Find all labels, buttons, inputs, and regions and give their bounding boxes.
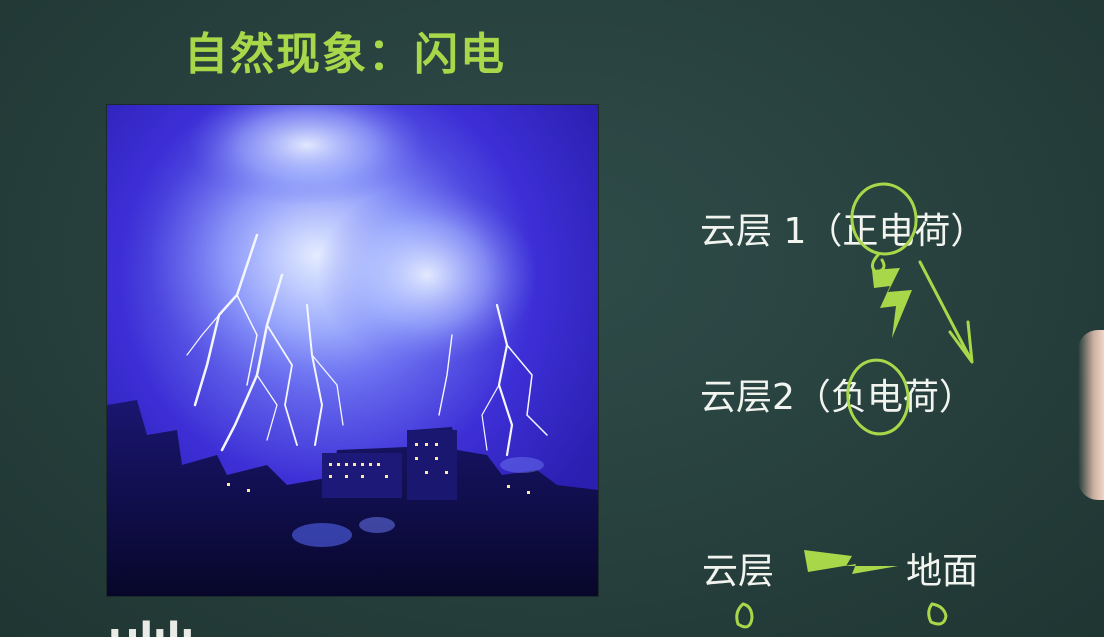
ground-label: 地面 (906, 551, 979, 592)
curl-mark (871, 253, 886, 274)
board-writing-fragment: ɩılılı (108, 618, 238, 637)
small-circle-left (735, 602, 754, 629)
cloud-layer-2-label: 云层2（负电荷） (700, 377, 975, 418)
arrow-down-icon (918, 260, 972, 360)
arrow-head (948, 320, 974, 364)
cloud-layer-1-label: 云层 1（正电荷） (700, 211, 987, 252)
slide-title: 自然现象：闪电 (184, 29, 506, 80)
lightning-bolt-icon (872, 268, 912, 338)
presenter-hand (1078, 330, 1104, 500)
small-circle-right (927, 602, 948, 626)
lightning-photo (106, 104, 599, 597)
lightning-bolt-icon (804, 550, 898, 574)
cloud-layer-label: 云层 (702, 551, 775, 592)
